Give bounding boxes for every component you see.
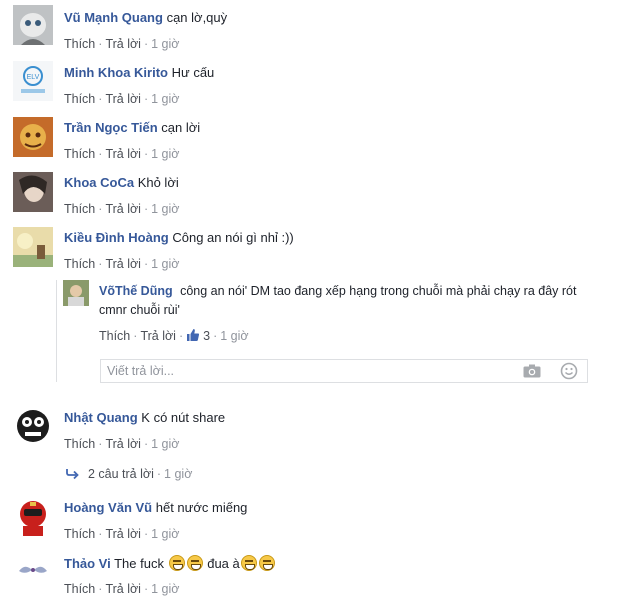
like-link[interactable]: Thích	[64, 527, 95, 541]
avatar[interactable]	[13, 5, 53, 45]
avatar[interactable]	[13, 117, 53, 157]
avatar[interactable]	[13, 551, 53, 591]
like-link[interactable]: Thích	[99, 329, 130, 343]
comment-body: Minh Khoa Kirito Hư cấu	[64, 65, 214, 81]
author-name[interactable]: Vũ Mạnh Quang	[64, 10, 163, 25]
timestamp[interactable]: 1 giờ	[164, 467, 192, 481]
laughing-emoji-icon	[258, 555, 275, 571]
svg-text:ELV: ELV	[27, 74, 40, 81]
reply-link[interactable]: Trả lời	[105, 257, 141, 271]
comment-actions: Thích · Trả lời · 1 giờ	[64, 92, 180, 106]
reply-link[interactable]: Trả lời	[105, 147, 141, 161]
avatar[interactable]	[63, 280, 89, 306]
like-link[interactable]: Thích	[64, 202, 95, 216]
author-name[interactable]: Thảo Vi	[64, 556, 111, 571]
author-name[interactable]: Trần Ngọc Tiến	[64, 120, 158, 135]
like-link[interactable]: Thích	[64, 147, 95, 161]
like-link[interactable]: Thích	[64, 92, 95, 106]
reply-link[interactable]: Trả lời	[105, 202, 141, 216]
author-name[interactable]: Khoa CoCa	[64, 175, 134, 190]
comment-body: Vũ Mạnh Quang cạn lờ,quỳ	[64, 10, 227, 26]
comment-actions: Thích · Trả lời · 1 giờ	[64, 37, 180, 51]
comment-text: Hư cấu	[171, 65, 215, 80]
comment-body: Kiều Đình Hoàng Công an nói gì nhỉ :))	[64, 230, 294, 246]
like-link[interactable]: Thích	[64, 37, 95, 51]
author-name[interactable]: Hoàng Văn Vũ	[64, 500, 152, 515]
laughing-emoji-icon	[186, 555, 203, 571]
timestamp[interactable]: 1 giờ	[151, 147, 179, 161]
timestamp[interactable]: 1 giờ	[220, 329, 248, 343]
comment-body: Thảo Vi The fuck đua à	[64, 555, 276, 572]
laughing-emoji-icon	[168, 555, 185, 571]
avatar[interactable]	[13, 172, 53, 212]
timestamp[interactable]: 1 giờ	[151, 527, 179, 541]
timestamp[interactable]: 1 giờ	[151, 37, 179, 51]
replies-count-link[interactable]: 2 câu trả lời	[88, 467, 154, 481]
reply-input-box[interactable]	[100, 359, 588, 383]
like-link[interactable]: Thích	[64, 437, 95, 451]
comment-text: K có nút share	[141, 410, 226, 425]
laughing-emoji-icon	[240, 555, 257, 571]
comment-text: The fuck	[114, 556, 164, 571]
thumbs-up-icon[interactable]	[186, 328, 200, 346]
reply-arrow-icon	[66, 468, 80, 484]
comment-actions: Thích · Trả lời · 1 giờ	[64, 147, 180, 161]
reply-actions: Thích · Trả lời · 3 · 1 giờ	[99, 328, 249, 346]
camera-icon[interactable]	[523, 364, 541, 381]
avatar[interactable]	[13, 406, 53, 446]
avatar	[63, 357, 91, 385]
comment-actions: Thích · Trả lời · 1 giờ	[64, 437, 180, 451]
comment-text: cạn lờ,quỳ	[166, 10, 228, 25]
reply-thread-border	[56, 280, 57, 382]
comment-body: Trần Ngọc Tiến cạn lời	[64, 120, 200, 136]
reply-link[interactable]: Trả lời	[105, 527, 141, 541]
timestamp[interactable]: 1 giờ	[151, 437, 179, 451]
comment-actions: Thích · Trả lời · 1 giờ	[64, 202, 180, 216]
timestamp[interactable]: 1 giờ	[151, 257, 179, 271]
comment-text: Khỏ lời	[137, 175, 179, 190]
timestamp[interactable]: 1 giờ	[151, 202, 179, 216]
avatar[interactable]	[13, 227, 53, 267]
author-name[interactable]: Nhật Quang	[64, 410, 138, 425]
timestamp[interactable]: 1 giờ	[151, 92, 179, 106]
reply-link[interactable]: Trả lời	[140, 329, 176, 343]
comment-actions: Thích · Trả lời · 1 giờ	[64, 527, 180, 541]
author-name[interactable]: VõThế Dũng	[99, 284, 173, 298]
comment-actions: Thích · Trả lời · 1 giờ	[64, 582, 180, 596]
reply-input[interactable]	[107, 363, 507, 379]
reply-link[interactable]: Trả lời	[105, 37, 141, 51]
reply-link[interactable]: Trả lời	[105, 92, 141, 106]
author-name[interactable]: Minh Khoa Kirito	[64, 65, 168, 80]
comment-text: Công an nói gì nhỉ :))	[172, 230, 294, 245]
reply-link[interactable]: Trả lời	[105, 437, 141, 451]
reply-text-continued: cmnr chuỗi rùi'	[99, 303, 180, 317]
comment-body: Hoàng Văn Vũ hết nước miếng	[64, 500, 247, 516]
comment-text: hết nước miếng	[155, 500, 248, 515]
comment-actions: Thích · Trả lời · 1 giờ	[64, 257, 180, 271]
comment-text-continued: đua à	[207, 556, 240, 571]
comment-body: Khoa CoCa Khỏ lời	[64, 175, 179, 191]
like-link[interactable]: Thích	[64, 257, 95, 271]
author-name[interactable]: Kiều Đình Hoàng	[64, 230, 169, 245]
reply-text: công an nói' DM tao đang xếp hạng trong …	[180, 284, 577, 298]
smiley-icon[interactable]	[560, 362, 578, 383]
avatar[interactable]	[13, 496, 53, 536]
view-replies-link[interactable]: 2 câu trả lời · 1 giờ	[66, 466, 192, 484]
avatar[interactable]: ELV	[13, 61, 53, 101]
comment-body: Nhật Quang K có nút share	[64, 410, 225, 426]
reply-body: VõThế Dũng công an nói' DM tao đang xếp …	[99, 283, 576, 299]
comment-text: cạn lời	[161, 120, 201, 135]
